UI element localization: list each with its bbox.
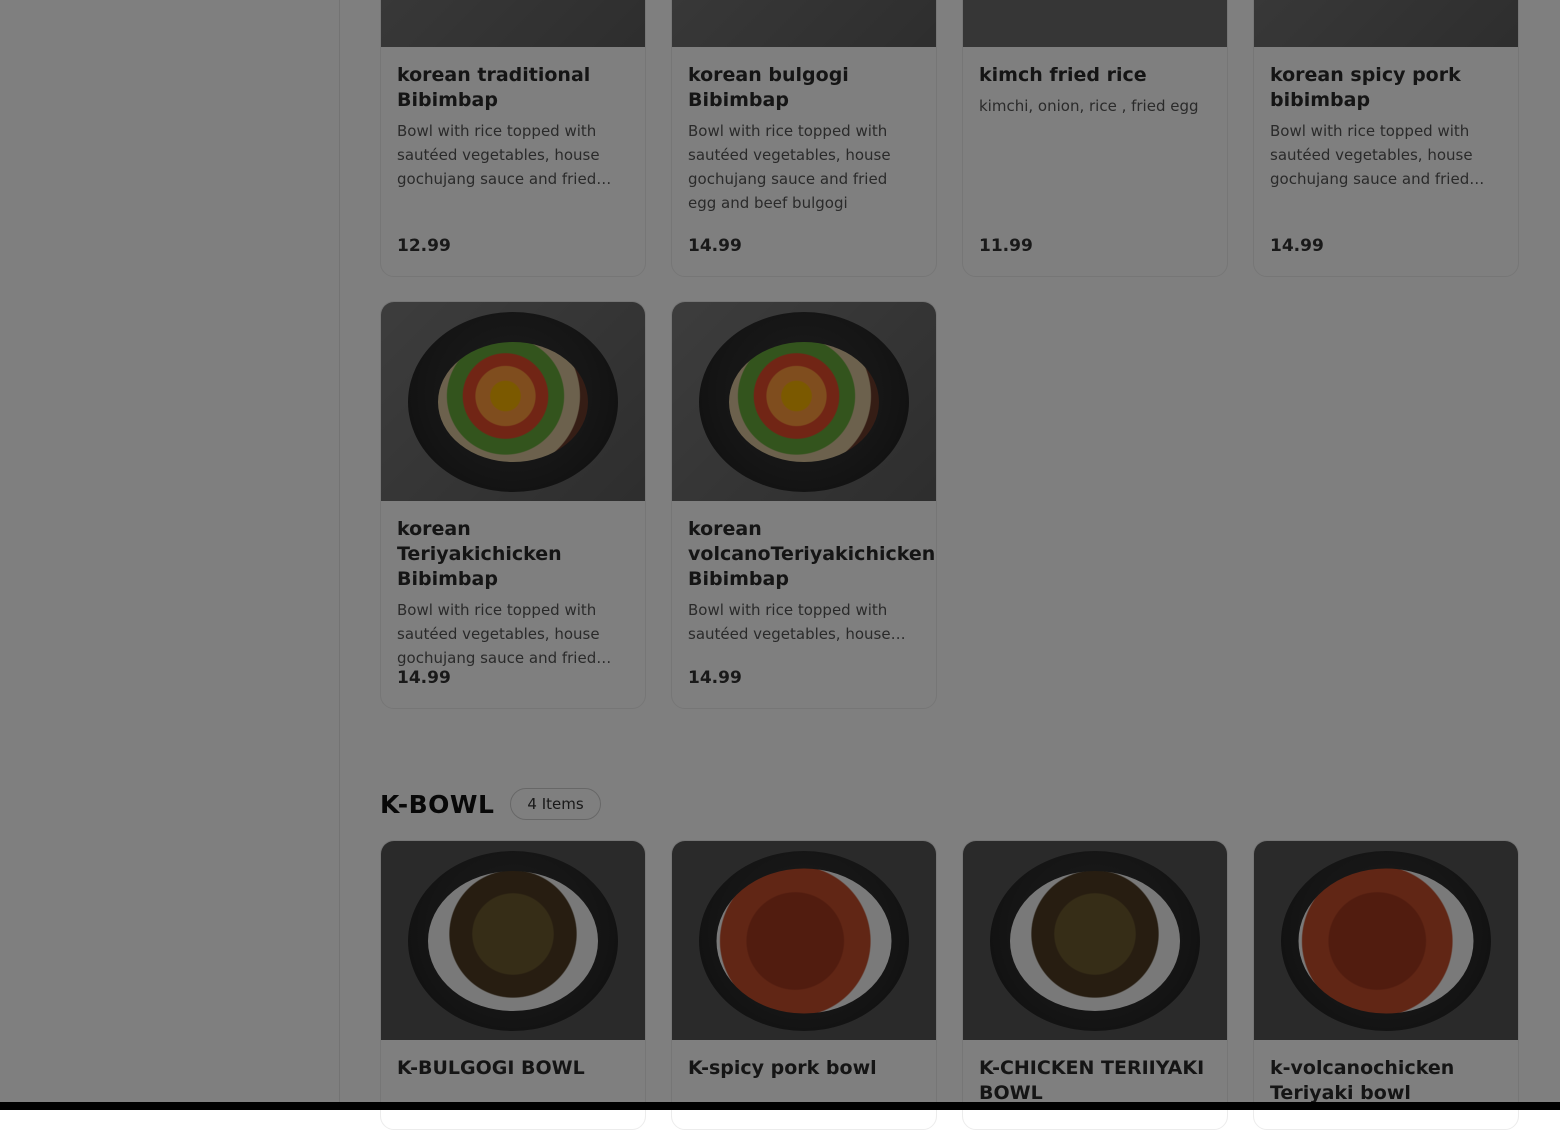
menu-item-card[interactable]: k-volcanochicken Teriyaki bowl — [1253, 840, 1519, 1130]
dish-image — [1254, 841, 1518, 1040]
dish-image — [381, 0, 645, 47]
bottom-edge — [0, 1102, 1560, 1110]
dish-description: Bowl with rice topped with sautéed veget… — [688, 122, 891, 212]
dish-description: Bowl with rice topped with sautéed veget… — [1270, 122, 1473, 188]
dish-image — [963, 841, 1227, 1040]
category-header: K-BOWL 4 Items — [380, 786, 601, 822]
menu-item-card[interactable]: korean spicy pork bibimbap Bowl with ric… — [1253, 0, 1519, 277]
dish-image — [1254, 0, 1518, 47]
dish-name: korean bulgogi Bibimbap — [688, 64, 849, 111]
dish-image — [672, 302, 936, 501]
category-title: K-BOWL — [380, 789, 495, 819]
dish-name: K-BULGOGI BOWL — [397, 1057, 585, 1079]
item-count-badge: 4 Items — [510, 788, 601, 820]
dish-price: 14.99 — [1270, 236, 1324, 256]
dish-name: k-volcanochicken Teriyaki bowl — [1270, 1057, 1455, 1104]
dish-image — [381, 841, 645, 1040]
dish-name: K-CHICKEN TERIIYAKI BOWL — [979, 1057, 1205, 1104]
menu-item-card[interactable]: korean volcanoTeriyakichicken Bibimbap B… — [671, 301, 937, 709]
dish-name: K-spicy pork bowl — [688, 1057, 877, 1079]
menu-item-card[interactable]: K-spicy pork bowl — [671, 840, 937, 1130]
dish-price: 11.99 — [979, 236, 1033, 256]
dish-description: kimchi, onion, rice , fried egg — [979, 97, 1199, 115]
dish-image — [672, 0, 936, 47]
menu-item-card[interactable]: kimch fried rice kimchi, onion, rice , f… — [962, 0, 1228, 277]
menu-item-card[interactable]: K-CHICKEN TERIIYAKI BOWL — [962, 840, 1228, 1130]
dish-description: Bowl with rice topped with sautéed veget… — [688, 601, 891, 643]
dish-price: 14.99 — [688, 236, 742, 256]
dish-image — [963, 0, 1227, 47]
menu-item-card[interactable]: korean traditional Bibimbap Bowl with ri… — [380, 0, 646, 277]
menu-main: korean traditional Bibimbap Bowl with ri… — [340, 0, 1560, 1130]
dish-image — [381, 302, 645, 501]
dish-name: korean Teriyakichicken Bibimbap — [397, 518, 562, 590]
dish-price: 12.99 — [397, 236, 451, 256]
dish-name: kimch fried rice — [979, 64, 1147, 86]
dish-price: 14.99 — [397, 668, 451, 688]
menu-item-card[interactable]: korean Teriyakichicken Bibimbap Bowl wit… — [380, 301, 646, 709]
dish-name: korean traditional Bibimbap — [397, 64, 591, 111]
dish-name: korean spicy pork bibimbap — [1270, 64, 1461, 111]
dish-description: Bowl with rice topped with sautéed veget… — [397, 122, 600, 188]
dish-price: 14.99 — [688, 668, 742, 688]
dish-description: Bowl with rice topped with sautéed veget… — [397, 601, 600, 667]
sidebar — [0, 0, 340, 1110]
dish-name: korean volcanoTeriyakichicken Bibimbap — [688, 518, 936, 590]
menu-item-card[interactable]: K-BULGOGI BOWL — [380, 840, 646, 1130]
menu-item-card[interactable]: korean bulgogi Bibimbap Bowl with rice t… — [671, 0, 937, 277]
dish-image — [672, 841, 936, 1040]
